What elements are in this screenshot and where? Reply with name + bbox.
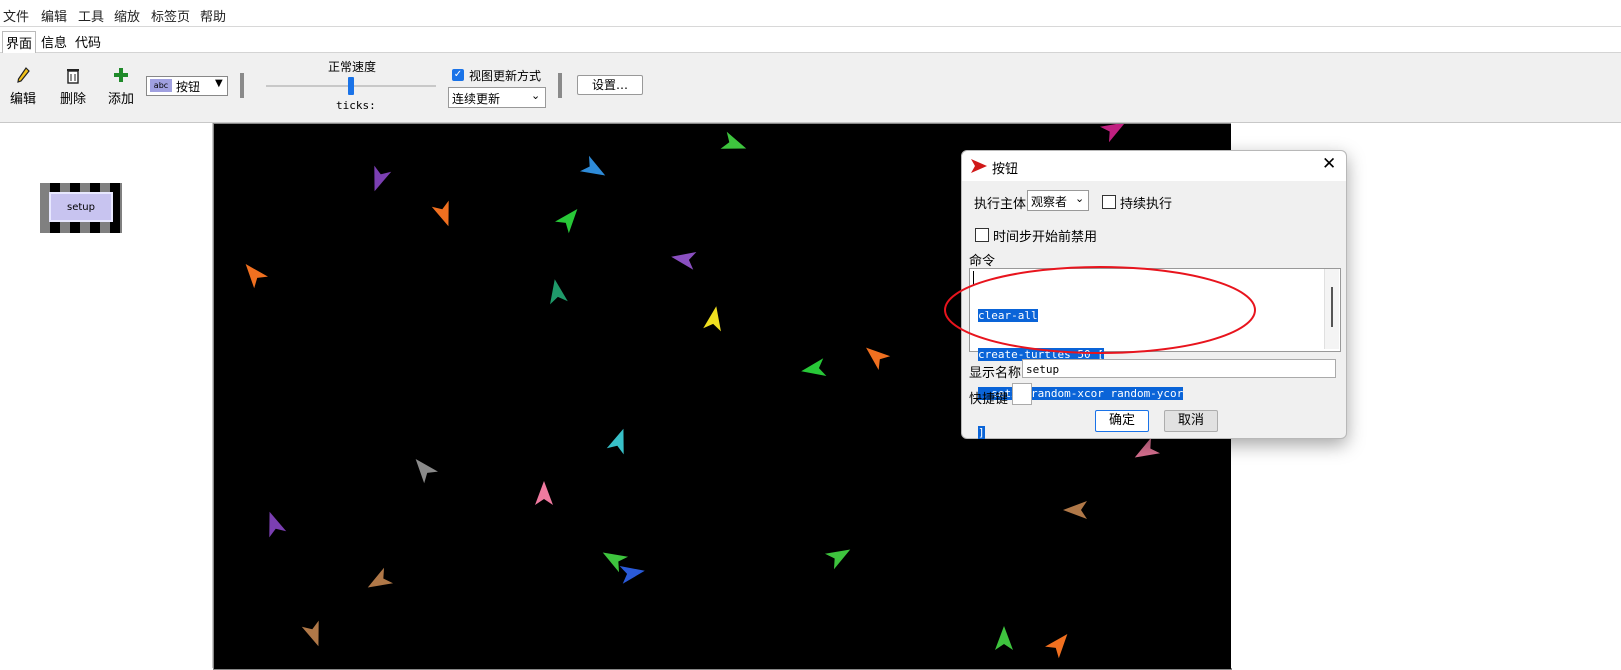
- view-update-select[interactable]: 连续更新 ⌄: [448, 87, 546, 108]
- toolbar: 编辑 删除 添加 abc 按钮 ▼ 正常速度 ticks: ✓ 视图更新方式 连…: [0, 53, 1621, 123]
- widget-type-select[interactable]: abc 按钮 ▼: [146, 76, 228, 96]
- forever-checkbox[interactable]: [1102, 195, 1116, 209]
- menu-tabs[interactable]: 标签页: [151, 6, 190, 25]
- ticks-label: ticks:: [336, 99, 376, 112]
- turtle: [801, 358, 827, 376]
- trash-icon: [67, 69, 79, 84]
- turtle: [245, 264, 268, 289]
- turtle: [995, 626, 1013, 650]
- plus-icon: [114, 68, 128, 82]
- menu-zoom[interactable]: 缩放: [114, 6, 140, 25]
- turtle: [269, 511, 287, 538]
- pencil-icon: [17, 67, 30, 83]
- tab-bar: 界面 信息 代码: [0, 28, 1621, 54]
- netlogo-turtle-icon: [971, 159, 987, 173]
- interface-canvas: setup: [0, 123, 213, 668]
- abc-icon: abc: [150, 79, 172, 92]
- dialog-title: 按钮: [992, 162, 1019, 177]
- turtle: [535, 481, 553, 505]
- forever-label: 持续执行: [1120, 197, 1173, 212]
- setup-button[interactable]: setup: [49, 192, 113, 222]
- cancel-button[interactable]: 取消: [1164, 410, 1218, 432]
- menu-bar: 文件 编辑 工具 缩放 标签页 帮助: [0, 0, 1621, 27]
- code-line: setxy random-xcor random-ycor: [978, 387, 1184, 400]
- edit-button[interactable]: 编辑: [8, 66, 38, 107]
- tab-info[interactable]: 信息: [38, 31, 70, 52]
- tab-code[interactable]: 代码: [72, 31, 104, 52]
- view-update-value: 连续更新: [452, 92, 501, 106]
- edit-button-label: 编辑: [9, 92, 36, 107]
- turtle: [431, 200, 449, 227]
- shortcut-label: 快捷键: [969, 392, 1009, 407]
- code-line: ]: [978, 426, 985, 439]
- disable-until-ticks-label: 时间步开始前禁用: [993, 230, 1098, 245]
- chevron-down-icon: ⌄: [531, 89, 541, 102]
- tab-interface[interactable]: 界面: [2, 31, 37, 54]
- turtle: [606, 428, 624, 455]
- turtle: [720, 131, 747, 149]
- menu-help[interactable]: 帮助: [200, 6, 226, 25]
- turtle: [555, 209, 578, 234]
- dialog-titlebar: 按钮 ✕: [962, 151, 1346, 181]
- scrollbar-thumb[interactable]: [1331, 287, 1333, 327]
- shortcut-field[interactable]: [1012, 383, 1032, 405]
- agent-label: 执行主体: [974, 197, 1027, 212]
- turtle: [671, 252, 697, 270]
- speed-slider-thumb[interactable]: [348, 77, 354, 95]
- turtle: [415, 459, 438, 484]
- turtle: [619, 566, 645, 584]
- speed-label: 正常速度: [328, 60, 377, 74]
- delete-button-label: 删除: [59, 92, 86, 107]
- annotation-ellipse: [944, 266, 1256, 354]
- display-name-label: 显示名称: [969, 366, 1022, 381]
- toolbar-separator: [240, 73, 244, 98]
- turtle: [866, 347, 891, 370]
- add-button[interactable]: 添加: [106, 66, 136, 107]
- delete-button[interactable]: 删除: [58, 66, 88, 107]
- turtle: [1099, 124, 1126, 143]
- turtle: [367, 567, 394, 588]
- menu-edit[interactable]: 编辑: [41, 6, 67, 25]
- turtle: [550, 279, 568, 305]
- disable-until-ticks-checkbox[interactable]: [975, 228, 989, 242]
- menu-tools[interactable]: 工具: [78, 6, 104, 25]
- turtle: [824, 549, 851, 570]
- turtle: [1045, 634, 1068, 659]
- turtle: [1063, 501, 1087, 519]
- turtle: [374, 165, 392, 192]
- checkmark-icon: ✓: [452, 69, 464, 81]
- close-icon[interactable]: ✕: [1322, 154, 1336, 174]
- toolbar-separator: [558, 73, 562, 98]
- turtle: [703, 306, 721, 332]
- ok-button[interactable]: 确定: [1095, 410, 1149, 432]
- setup-button-selection[interactable]: setup: [40, 183, 122, 233]
- agent-select[interactable]: 观察者 ⌄: [1027, 190, 1089, 211]
- editor-scrollbar[interactable]: [1324, 269, 1339, 349]
- agent-value: 观察者: [1031, 195, 1068, 209]
- widget-type-value: 按钮: [176, 80, 201, 94]
- settings-button[interactable]: 设置…: [577, 75, 643, 95]
- menu-file[interactable]: 文件: [3, 6, 29, 25]
- view-update-label: 视图更新方式: [469, 69, 542, 83]
- display-name-field[interactable]: setup: [1022, 359, 1336, 378]
- turtle: [301, 620, 319, 647]
- turtle: [579, 155, 606, 176]
- chevron-down-icon: ⌄: [1075, 192, 1085, 205]
- add-button-label: 添加: [107, 92, 134, 107]
- chevron-down-icon: ▼: [215, 78, 223, 89]
